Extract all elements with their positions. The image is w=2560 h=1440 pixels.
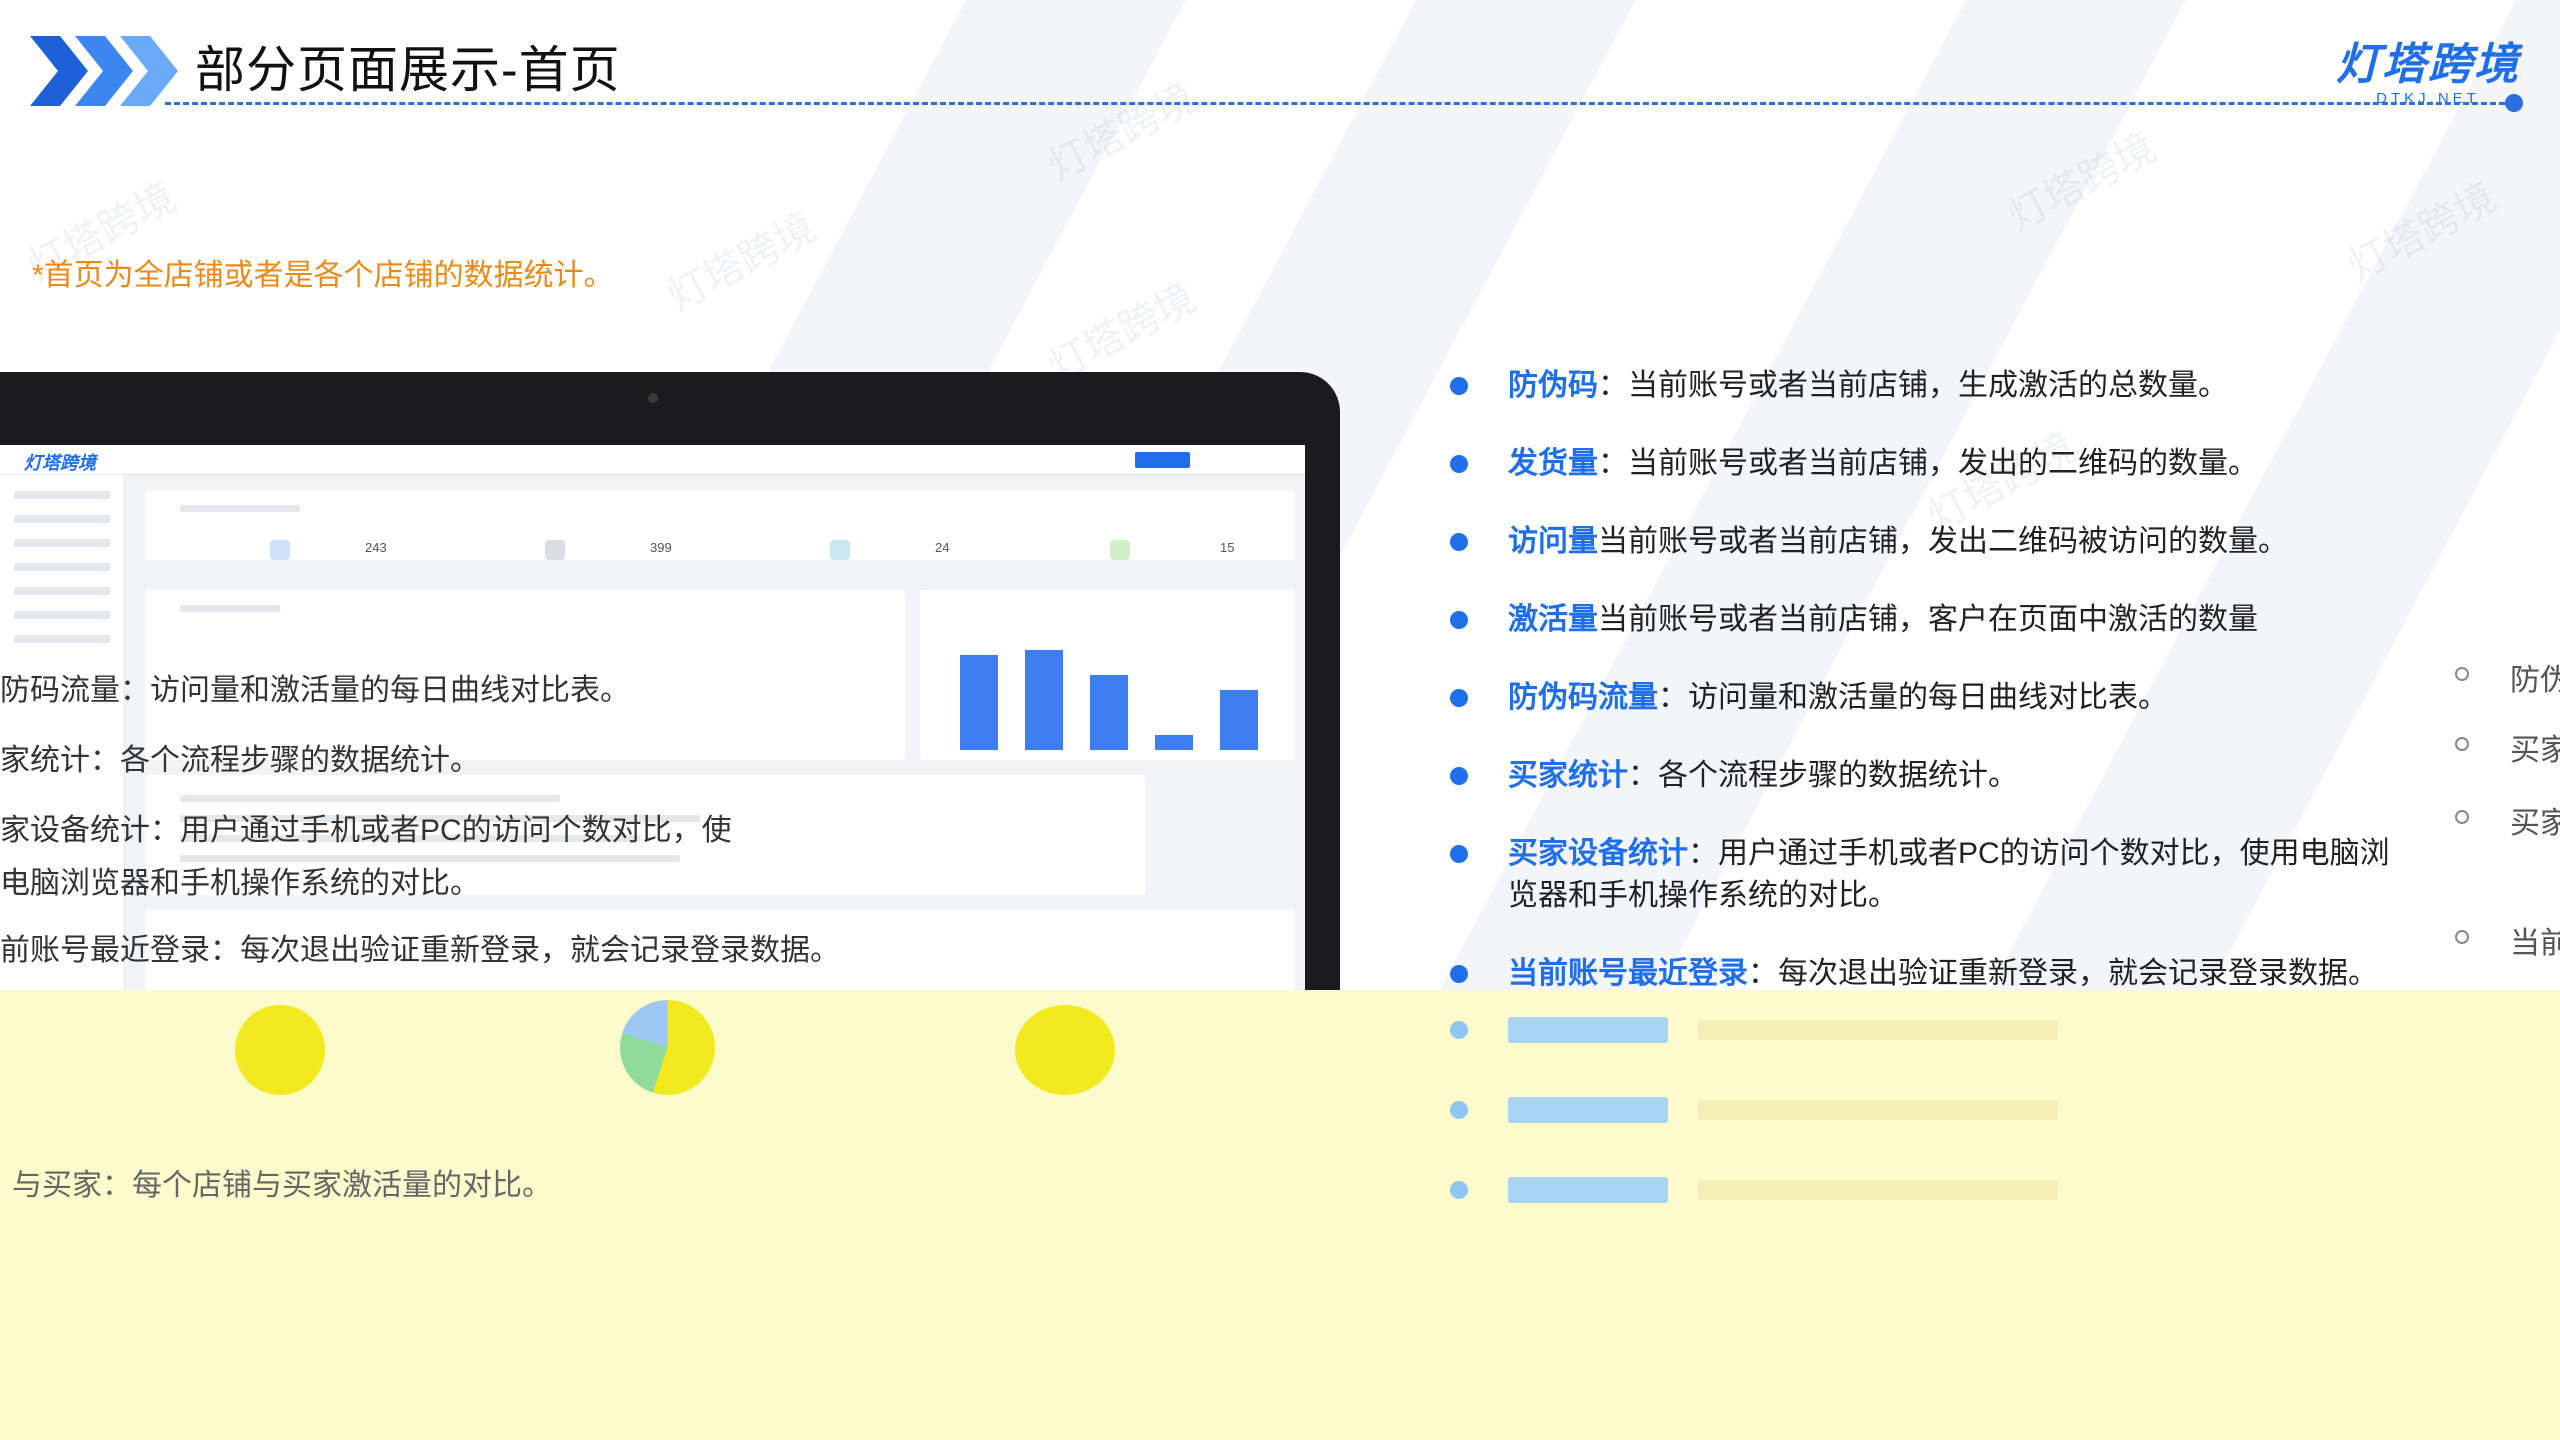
brand-name: 灯塔跨境 (2336, 40, 2520, 89)
clipped-column-label: 防伪 (2510, 664, 2560, 697)
chart-bar (1025, 650, 1063, 750)
feature-list: 防伪码：当前账号或者当前店铺，生成激活的总数量。 发货量：当前账号或者当前店铺，… (1450, 365, 2530, 1031)
pie-chart (1015, 1005, 1115, 1095)
clipped-column-item (2455, 798, 2509, 832)
stat-item: 15 (1110, 540, 1234, 566)
qrcode-icon (545, 540, 565, 560)
list-item: 当前账号最近登录：每次退出验证重新登录，就会记录登录数据。 (1450, 953, 2530, 995)
item-key: 发货量 (1508, 447, 1598, 480)
clipped-column-label: 买家 (2510, 734, 2560, 767)
item-text: ：访问量和激活量的每日曲线对比表。 (1658, 681, 2168, 714)
chart-icon (270, 540, 290, 560)
item-text: ：每次退出验证重新登录，就会记录登录数据。 (1748, 957, 2378, 990)
pie-chart (620, 1000, 715, 1095)
bullet-icon (1450, 1021, 1468, 1039)
stat-value: 399 (650, 540, 672, 555)
item-key: 防伪码 (1508, 369, 1598, 402)
stat-item: 24 (830, 540, 949, 566)
band-item (1450, 990, 2058, 1070)
list-item: 买家统计：各个流程步骤的数据统计。 (1450, 755, 2530, 797)
stat-item: 399 (545, 540, 672, 566)
search-icon (830, 540, 850, 560)
app-topbar-button[interactable] (1135, 452, 1190, 468)
bullet-icon (1450, 455, 1468, 473)
chart-bar (1220, 690, 1258, 750)
desc-line: 前账号最近登录：每次退出验证重新登录，就会记录登录数据。 (0, 934, 840, 967)
bullet-icon (1450, 689, 1468, 707)
desc-line: 家统计：各个流程步骤的数据统计。 (0, 744, 480, 777)
item-key: 访问量 (1508, 525, 1598, 558)
ring-icon (2455, 930, 2469, 944)
brand-logo: 灯塔跨境 DTKJ.NET (2336, 28, 2520, 107)
band-item (1450, 1150, 2058, 1230)
chevrons-icon (30, 36, 178, 106)
yellow-band (0, 990, 2560, 1440)
list-item: 防伪码流量：访问量和激活量的每日曲线对比表。 (1450, 677, 2530, 719)
item-key: 买家设备统计 (1508, 837, 1688, 870)
list-item: 发货量：当前账号或者当前店铺，发出的二维码的数量。 (1450, 443, 2530, 485)
bullet-icon (1450, 1101, 1468, 1119)
band-item (1450, 1070, 2058, 1150)
stat-value: 24 (935, 540, 950, 555)
clipped-column-item (2455, 918, 2509, 952)
bullet-icon (1450, 377, 1468, 395)
item-key: 防伪码流量 (1508, 681, 1658, 714)
chart-bar (1090, 675, 1128, 750)
item-key: 激活量 (1508, 603, 1598, 636)
pie-chart (235, 1005, 325, 1095)
item-text: ：当前账号或者当前店铺，发出的二维码的数量。 (1598, 447, 2258, 480)
list-item: 防伪码：当前账号或者当前店铺，生成激活的总数量。 (1450, 365, 2530, 407)
list-item: 激活量当前账号或者当前店铺，客户在页面中激活的数量 (1450, 599, 2530, 641)
brand-domain: DTKJ.NET (2376, 90, 2480, 107)
stat-value: 15 (1220, 540, 1235, 555)
bullet-icon (1450, 533, 1468, 551)
bulb-icon (1110, 540, 1130, 560)
bar-chart (955, 620, 1275, 750)
desc-line: 与买家：每个店铺与买家激活量的对比。 (12, 1169, 552, 1202)
ring-icon (2455, 667, 2469, 681)
app-topbar: 灯塔跨境 (0, 445, 1305, 475)
bullet-icon (1450, 611, 1468, 629)
desc-line: 电脑浏览器和手机操作系统的对比。 (0, 867, 480, 900)
list-item: 买家设备统计：用户通过手机或者PC的访问个数对比，使用电脑浏览器和手机操作系统的… (1450, 833, 2530, 917)
bullet-icon (1450, 965, 1468, 983)
desc-line: 防码流量：访问量和激活量的每日曲线对比表。 (0, 674, 630, 707)
app-logo: 灯塔跨境 (24, 453, 96, 473)
list-item: 访问量当前账号或者当前店铺，发出二维码被访问的数量。 (1450, 521, 2530, 563)
watermark: 灯塔跨境 (660, 205, 823, 320)
stat-value: 243 (365, 540, 387, 555)
band-list (1450, 990, 2058, 1230)
clipped-column-item (2455, 725, 2509, 759)
bullet-icon (1450, 1181, 1468, 1199)
clipped-column-label: 买家 (2510, 807, 2560, 840)
item-text: ：各个流程步骤的数据统计。 (1628, 759, 2018, 792)
desc-line: 家设备统计：用户通过手机或者PC的访问个数对比，使 (0, 814, 732, 847)
stat-item: 243 (270, 540, 387, 566)
page-note: *首页为全店铺或者是各个店铺的数据统计。 (32, 259, 614, 292)
page-title: 部分页面展示-首页 (195, 42, 621, 98)
chart-bar (1155, 735, 1193, 750)
item-text: 当前账号或者当前店铺，客户在页面中激活的数量 (1598, 603, 2258, 636)
item-key: 买家统计 (1508, 759, 1628, 792)
bullet-icon (1450, 767, 1468, 785)
chart-bar (960, 655, 998, 750)
title-divider (165, 102, 2505, 105)
item-key: 当前账号最近登录 (1508, 957, 1748, 990)
clipped-column-item (2455, 655, 2509, 689)
clipped-column-label: 当前 (2510, 927, 2560, 960)
ring-icon (2455, 810, 2469, 824)
laptop-camera (648, 393, 658, 403)
item-text: 当前账号或者当前店铺，发出二维码被访问的数量。 (1598, 525, 2288, 558)
ring-icon (2455, 737, 2469, 751)
item-text: ：当前账号或者当前店铺，生成激活的总数量。 (1598, 369, 2228, 402)
bullet-icon (1450, 845, 1468, 863)
